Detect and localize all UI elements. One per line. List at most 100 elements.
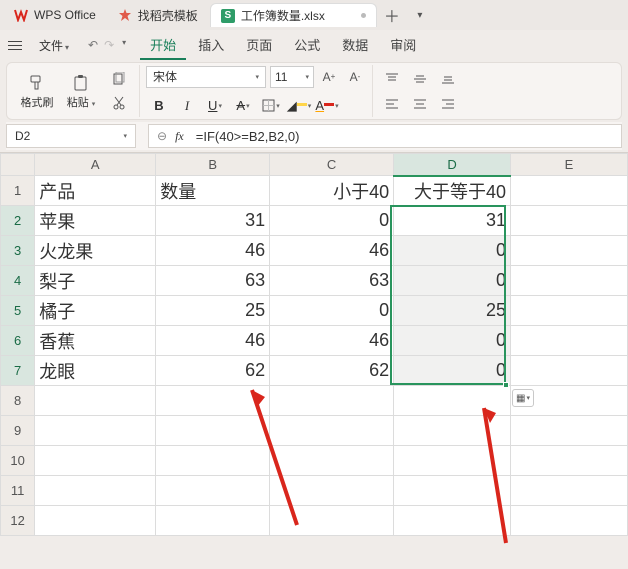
- cell[interactable]: 梨子: [35, 266, 156, 296]
- cell[interactable]: 产品: [35, 176, 156, 206]
- cell[interactable]: [511, 296, 628, 326]
- copy-button[interactable]: [105, 68, 133, 90]
- cell[interactable]: [511, 416, 628, 446]
- col-header-B[interactable]: B: [156, 154, 270, 176]
- cell[interactable]: [156, 506, 270, 536]
- chevron-down-icon[interactable]: ▾: [120, 38, 126, 52]
- format-painter-button[interactable]: 格式刷: [17, 73, 57, 110]
- row-header[interactable]: 2: [1, 206, 35, 236]
- cell[interactable]: [270, 386, 394, 416]
- cell[interactable]: 苹果: [35, 206, 156, 236]
- row-header[interactable]: 7: [1, 356, 35, 386]
- font-color-button[interactable]: A▾: [314, 95, 340, 117]
- cell[interactable]: [270, 476, 394, 506]
- cell[interactable]: [35, 386, 156, 416]
- cell[interactable]: 龙眼: [35, 356, 156, 386]
- redo-icon[interactable]: ↷: [104, 38, 114, 52]
- cell[interactable]: [511, 356, 628, 386]
- autofill-options-button[interactable]: ▦▾: [512, 389, 534, 407]
- cell[interactable]: [394, 506, 511, 536]
- row-header[interactable]: 6: [1, 326, 35, 356]
- cell[interactable]: 0: [394, 356, 511, 386]
- col-header-E[interactable]: E: [511, 154, 628, 176]
- font-size-select[interactable]: 11▾: [270, 66, 314, 88]
- file-menu[interactable]: 文件▾: [30, 33, 78, 58]
- row-header[interactable]: 9: [1, 416, 35, 446]
- cell[interactable]: [511, 446, 628, 476]
- cell[interactable]: 橘子: [35, 296, 156, 326]
- italic-button[interactable]: I: [174, 95, 200, 117]
- fill-color-button[interactable]: ◢▾: [286, 95, 312, 117]
- underline-button[interactable]: U▾: [202, 95, 228, 117]
- tab-wps-home[interactable]: WPS Office: [4, 3, 106, 27]
- row-header[interactable]: 8: [1, 386, 35, 416]
- align-top-button[interactable]: [379, 68, 405, 90]
- cell[interactable]: [511, 476, 628, 506]
- cell[interactable]: 0: [270, 206, 394, 236]
- cell[interactable]: [511, 176, 628, 206]
- align-middle-button[interactable]: [407, 68, 433, 90]
- row-header[interactable]: 11: [1, 476, 35, 506]
- new-tab-button[interactable]: ＋: [379, 3, 405, 27]
- cell[interactable]: 0: [394, 266, 511, 296]
- tab-document[interactable]: S 工作簿数量.xlsx: [210, 3, 377, 27]
- cell[interactable]: [35, 506, 156, 536]
- align-right-button[interactable]: [435, 93, 461, 115]
- tab-templates[interactable]: 找稻壳模板: [108, 3, 208, 27]
- align-left-button[interactable]: [379, 93, 405, 115]
- row-header[interactable]: 3: [1, 236, 35, 266]
- cell[interactable]: 火龙果: [35, 236, 156, 266]
- col-header-A[interactable]: A: [35, 154, 156, 176]
- cell[interactable]: [511, 206, 628, 236]
- cell[interactable]: 31: [394, 206, 511, 236]
- cell[interactable]: 46: [156, 326, 270, 356]
- spreadsheet-grid[interactable]: ABCDE 1产品数量小于40大于等于402苹果310313火龙果464604梨…: [0, 152, 628, 536]
- paste-button[interactable]: 粘贴 ▾: [61, 73, 101, 110]
- cell[interactable]: [35, 446, 156, 476]
- zoom-out-icon[interactable]: ⊖: [157, 129, 167, 143]
- tab-插入[interactable]: 插入: [188, 31, 234, 60]
- align-center-button[interactable]: [407, 93, 433, 115]
- decrease-font-button[interactable]: A-: [344, 66, 366, 88]
- cell[interactable]: [270, 506, 394, 536]
- cell[interactable]: [270, 446, 394, 476]
- cell[interactable]: [511, 266, 628, 296]
- row-header[interactable]: 10: [1, 446, 35, 476]
- cell[interactable]: [270, 416, 394, 446]
- cell[interactable]: 香蕉: [35, 326, 156, 356]
- cell[interactable]: [156, 476, 270, 506]
- cell[interactable]: 数量: [156, 176, 270, 206]
- cell[interactable]: [394, 416, 511, 446]
- bold-button[interactable]: B: [146, 95, 172, 117]
- cell[interactable]: 0: [270, 296, 394, 326]
- cell[interactable]: [35, 416, 156, 446]
- cell[interactable]: [35, 476, 156, 506]
- cell[interactable]: [394, 386, 511, 416]
- cell[interactable]: 25: [394, 296, 511, 326]
- row-header[interactable]: 5: [1, 296, 35, 326]
- font-name-select[interactable]: 宋体▾: [146, 66, 266, 88]
- fx-label[interactable]: fx: [175, 129, 184, 144]
- borders-button[interactable]: ▾: [258, 95, 284, 117]
- cell[interactable]: [394, 476, 511, 506]
- cell[interactable]: 25: [156, 296, 270, 326]
- cell[interactable]: 62: [156, 356, 270, 386]
- cell[interactable]: [511, 326, 628, 356]
- cut-button[interactable]: [105, 92, 133, 114]
- tab-页面[interactable]: 页面: [236, 31, 282, 60]
- cell[interactable]: 0: [394, 236, 511, 266]
- strike-button[interactable]: A▾: [230, 95, 256, 117]
- cell[interactable]: 46: [270, 236, 394, 266]
- cell[interactable]: 46: [270, 326, 394, 356]
- cell[interactable]: 63: [270, 266, 394, 296]
- cell[interactable]: [511, 506, 628, 536]
- fill-handle[interactable]: [503, 382, 509, 388]
- col-header-D[interactable]: D: [394, 154, 511, 176]
- tab-公式[interactable]: 公式: [284, 31, 330, 60]
- cell[interactable]: 0: [394, 326, 511, 356]
- col-header-C[interactable]: C: [270, 154, 394, 176]
- cell[interactable]: [156, 446, 270, 476]
- hamburger-icon[interactable]: [4, 35, 26, 55]
- formula-input[interactable]: =IF(40>=B2,B2,0): [192, 129, 613, 144]
- increase-font-button[interactable]: A+: [318, 66, 340, 88]
